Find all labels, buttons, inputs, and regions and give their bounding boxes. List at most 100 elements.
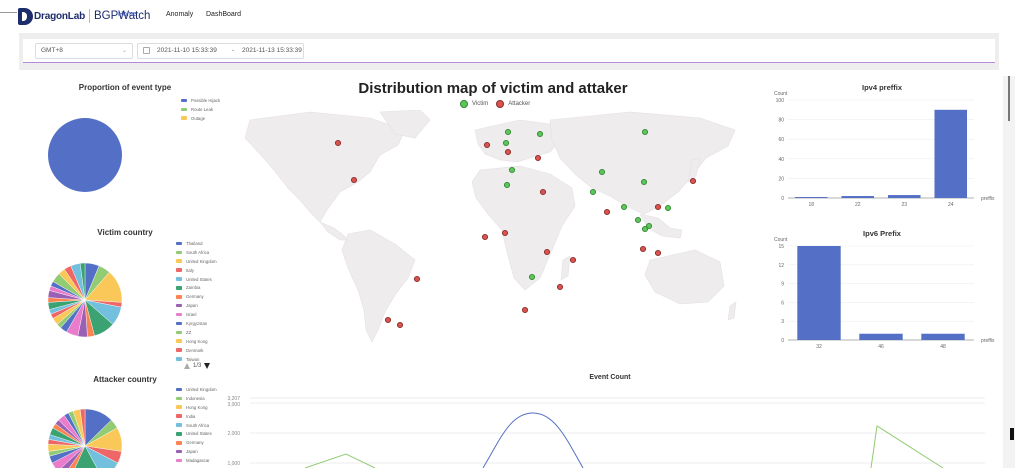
legend-item[interactable]: India (176, 412, 217, 421)
attacker-marker[interactable] (654, 203, 662, 211)
top-nav: DragonLab BGPWatch Home Anomaly DashBoar… (0, 0, 1015, 32)
legend-item[interactable]: United States (176, 275, 217, 284)
pager-prev-icon[interactable] (184, 363, 190, 369)
y-tick-label: 12 (778, 263, 784, 269)
new-zealand (727, 301, 737, 321)
y-tick-label: 3,000 (227, 402, 240, 408)
victim-marker[interactable] (536, 130, 544, 138)
series-line-green-2[interactable] (870, 425, 944, 468)
legend-swatch (176, 449, 182, 454)
scrollbar-thumb[interactable] (1008, 76, 1010, 121)
legend-item[interactable]: Hong Kong (176, 403, 217, 412)
pager-next-icon[interactable] (204, 363, 211, 369)
attacker-marker[interactable] (483, 141, 491, 149)
attacker-marker[interactable] (603, 208, 611, 216)
attacker-marker[interactable] (481, 233, 489, 241)
victim-marker[interactable] (589, 188, 597, 196)
bar[interactable] (859, 333, 903, 340)
legend-item[interactable]: Israel (176, 310, 217, 319)
bar[interactable] (797, 246, 841, 340)
nav-anomaly[interactable]: Anomaly (166, 11, 193, 18)
attacker-marker[interactable] (543, 248, 551, 256)
timezone-select[interactable]: GMT+8 ⌄ (35, 43, 133, 59)
y-tick-label: 100 (776, 98, 785, 104)
legend-item[interactable]: Germany (176, 438, 217, 447)
legend-item[interactable]: United States (176, 429, 217, 438)
legend-item[interactable]: Possible Hijack (181, 96, 220, 105)
legend-item[interactable]: Thailand (176, 239, 217, 248)
logo-text: DragonLab (34, 10, 85, 22)
bar[interactable] (794, 197, 828, 198)
legend-item[interactable]: Route Leak (181, 105, 220, 114)
legend-swatch (181, 107, 187, 112)
victim-marker[interactable] (598, 168, 606, 176)
victim-marker[interactable] (502, 139, 510, 147)
bar[interactable] (934, 109, 968, 198)
victim-marker[interactable] (664, 204, 672, 212)
attacker-marker[interactable] (639, 245, 647, 253)
attacker-marker[interactable] (396, 321, 404, 329)
bgpwatch-dashboard: DragonLab BGPWatch Home Anomaly DashBoar… (0, 0, 1015, 468)
victim-marker[interactable] (634, 216, 642, 224)
attacker-marker[interactable] (534, 154, 542, 162)
attacker-marker[interactable] (556, 283, 564, 291)
legend-item[interactable]: Outage (181, 114, 220, 123)
attacker-marker[interactable] (350, 176, 358, 184)
victim-country-legend: Thailand South Africa United Kingdom Italy U… (176, 239, 217, 363)
legend-item[interactable]: United Kingdom (176, 385, 217, 394)
legend-label: Japan (186, 449, 198, 455)
nav-home[interactable]: Home (118, 11, 137, 18)
y-tick-label: 60 (778, 137, 784, 143)
legend-item[interactable]: Indonesia (176, 394, 217, 403)
ipv6-prefix-chart: Ipv6 Prefix Count 0 3 6 9 12 15 preffix 32 46 48 (774, 229, 995, 350)
legend-item[interactable]: ZZ (176, 328, 217, 337)
legend-item[interactable]: Hong Kong (176, 337, 217, 346)
legend-item[interactable]: Denmark (176, 346, 217, 355)
victim-marker[interactable] (504, 128, 512, 136)
victim-marker[interactable] (528, 273, 536, 281)
victim-marker[interactable] (640, 178, 648, 186)
range-start[interactable]: 2021-11-10 15:33:39 (157, 44, 217, 58)
range-end[interactable]: 2021-11-13 15:33:39 (242, 44, 302, 58)
legend-item[interactable]: Japan (176, 447, 217, 456)
series-line-green-1[interactable] (304, 453, 376, 468)
legend-item[interactable]: South Africa (176, 421, 217, 430)
legend-item[interactable]: Germany (176, 292, 217, 301)
attacker-marker[interactable] (569, 256, 577, 264)
pie-slice-possible-hijack[interactable] (48, 118, 122, 192)
victim-marker[interactable] (503, 181, 511, 189)
victim-marker[interactable] (641, 225, 649, 233)
victim-marker[interactable] (508, 166, 516, 174)
attacker-marker[interactable] (521, 306, 529, 314)
victim-marker[interactable] (641, 128, 649, 136)
series-line-blue[interactable] (482, 412, 584, 468)
attacker-marker[interactable] (504, 148, 512, 156)
attacker-legend-label[interactable]: Attacker (508, 101, 530, 107)
attacker-marker[interactable] (689, 177, 697, 185)
attacker-marker[interactable] (654, 249, 662, 257)
scrollbar-track[interactable] (1003, 76, 1015, 468)
legend-item[interactable]: United Kingdom (176, 257, 217, 266)
attacker-marker[interactable] (384, 316, 392, 324)
legend-item[interactable]: Kyrgyzstan (176, 319, 217, 328)
legend-label: Japan (186, 303, 198, 309)
legend-item[interactable]: Zambia (176, 283, 217, 292)
date-range-picker[interactable]: 2021-11-10 15:33:39 - 2021-11-13 15:33:3… (137, 43, 304, 59)
legend-item[interactable]: Japan (176, 301, 217, 310)
attacker-marker[interactable] (501, 229, 509, 237)
legend-label: Route Leak (191, 106, 213, 112)
victim-marker[interactable] (620, 203, 628, 211)
legend-item[interactable]: Madagascar (176, 456, 217, 465)
bar[interactable] (841, 196, 875, 198)
bar[interactable] (921, 333, 965, 340)
attacker-marker[interactable] (539, 188, 547, 196)
legend-item[interactable]: Italy (176, 266, 217, 275)
attacker-marker[interactable] (334, 139, 342, 147)
bar[interactable] (887, 195, 921, 198)
victim-legend-label[interactable]: Victim (472, 101, 488, 107)
attacker-marker[interactable] (413, 275, 421, 283)
legend-label: Taiwan (186, 356, 200, 362)
logo-separator (88, 9, 90, 23)
legend-item[interactable]: South Africa (176, 248, 217, 257)
nav-dashboard[interactable]: DashBoard (206, 11, 241, 18)
